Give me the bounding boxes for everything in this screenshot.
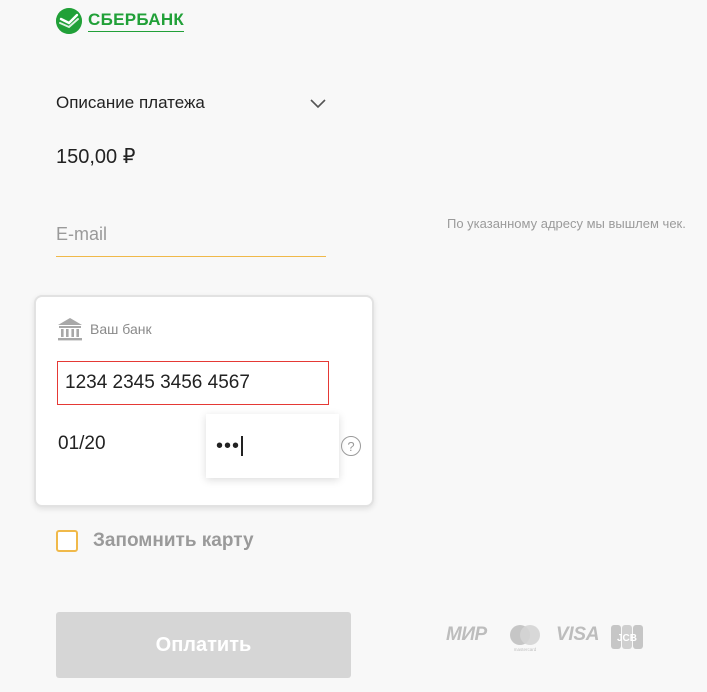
svg-text:mastercard: mastercard: [514, 647, 537, 652]
payment-description-toggle[interactable]: Описание платежа: [56, 92, 328, 114]
help-icon[interactable]: ?: [341, 436, 361, 456]
chevron-down-icon: [310, 99, 326, 109]
checkbox[interactable]: [56, 530, 78, 552]
mastercard-logo: mastercard: [510, 625, 540, 652]
email-hint: По указанному адресу мы вышлем чек.: [447, 216, 686, 231]
svg-text:JCB: JCB: [617, 633, 637, 644]
remember-card-checkbox[interactable]: Запомнить карту: [56, 530, 254, 552]
brand-name: СБЕРБАНК: [88, 10, 185, 32]
remember-card-label: Запомнить карту: [93, 530, 254, 551]
payment-amount: 150,00 ₽: [56, 146, 136, 168]
mir-logo: МИР: [446, 624, 487, 645]
sberbank-logo: СБЕРБАНК: [56, 8, 185, 34]
bank-label: Ваш банк: [90, 321, 152, 337]
pay-button[interactable]: Оплатить: [56, 612, 351, 678]
cvc-input[interactable]: •••: [206, 414, 339, 478]
card-form: Ваш банк 1234 2345 3456 4567 01/20 ••• ?: [34, 295, 374, 507]
sberbank-logo-icon: [56, 8, 82, 34]
help-icon-glyph: ?: [347, 438, 355, 454]
cvc-value: •••: [216, 434, 241, 457]
payment-description-label: Описание платежа: [56, 93, 205, 112]
expiry-input[interactable]: 01/20: [58, 433, 106, 455]
jcb-logo: JCB: [611, 625, 643, 649]
email-field[interactable]: [56, 220, 326, 248]
bank-icon: [58, 318, 82, 341]
card-number-input[interactable]: 1234 2345 3456 4567: [57, 361, 329, 405]
bank-indicator: Ваш банк: [57, 317, 152, 341]
email-field-wrapper: [56, 220, 326, 257]
visa-logo: VISA: [556, 624, 600, 645]
text-caret: [241, 436, 243, 456]
